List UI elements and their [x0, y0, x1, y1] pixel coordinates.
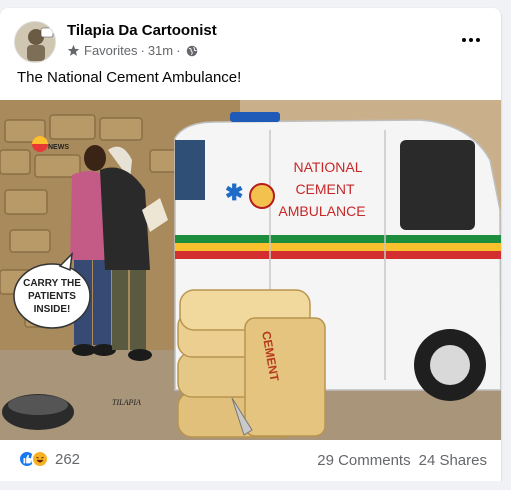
- speech-line-3: INSIDE!: [34, 304, 71, 315]
- post-meta: Favorites · 31m ·: [67, 43, 198, 58]
- artist-signature: TILAPIA: [112, 398, 141, 407]
- audience-label[interactable]: Favorites: [84, 43, 137, 58]
- author-name[interactable]: Tilapia Da Cartoonist: [67, 22, 217, 39]
- comments-count[interactable]: 29 Comments: [317, 452, 410, 469]
- news-logo-text: NEWS: [48, 144, 69, 151]
- ambulance-text-2: CEMENT: [295, 181, 355, 197]
- shares-count[interactable]: 24 Shares: [419, 452, 487, 469]
- author-avatar[interactable]: [14, 21, 56, 63]
- ambulance-text-3: AMBULANCE: [278, 203, 365, 219]
- post-footer: 262 29 Comments 24 Shares: [0, 448, 501, 478]
- engagement-counts: 29 Comments 24 Shares: [317, 452, 487, 469]
- bottom-divider: [0, 481, 511, 490]
- star-of-life-icon: ✱: [225, 180, 243, 205]
- more-options-icon[interactable]: [457, 30, 485, 50]
- post-header: Tilapia Da Cartoonist Favorites · 31m ·: [14, 20, 489, 64]
- cement-bags: CEMENT: [177, 289, 326, 438]
- cartoon-illustration: NEWS CARRY THE PATIENTS INSIDE! ✱ NATION…: [0, 100, 501, 440]
- speech-line-1: CARRY THE: [23, 278, 81, 289]
- post-image[interactable]: NEWS CARRY THE PATIENTS INSIDE! ✱ NATION…: [0, 100, 501, 440]
- speech-line-2: PATIENTS: [28, 291, 76, 302]
- post-time[interactable]: 31m: [148, 43, 173, 58]
- reaction-count[interactable]: 262: [55, 451, 80, 468]
- reactions-summary[interactable]: 262: [18, 450, 80, 468]
- post-text: The National Cement Ambulance!: [17, 69, 242, 86]
- ambulance-text-1: NATIONAL: [294, 159, 363, 175]
- meta-separator: ·: [140, 43, 145, 58]
- star-icon: [67, 44, 80, 56]
- haha-reaction-icon: [31, 450, 49, 468]
- globe-icon: [187, 45, 198, 56]
- post-card: Tilapia Da Cartoonist Favorites · 31m · …: [0, 8, 501, 490]
- meta-separator: ·: [176, 43, 181, 58]
